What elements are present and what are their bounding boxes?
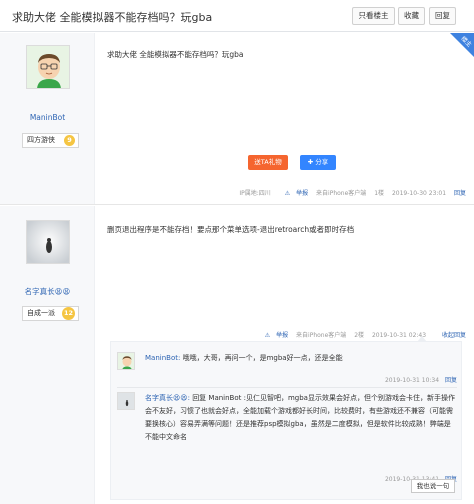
member-tag: 自成一派 12 [22,306,79,321]
author-name[interactable]: ManinBot [0,113,95,122]
ip-location: IP属地:四川 [239,190,271,197]
reply-divider [117,387,457,388]
only-op-button[interactable]: 只看楼主 [352,7,395,25]
reply-time: 2019-10-31 10:34 [384,377,440,384]
thread-header: 求助大佬 全能模拟器不能存档吗？玩gba 只看楼主 收藏 回复 [0,0,474,32]
report-icon: ⚠ [264,332,271,339]
reply-thread-arrow [417,336,427,342]
post-meta: ⚠ 举报 来自iPhone客户端 2楼 2019-10-31 02:43 收起回复 [253,330,466,339]
avatar[interactable] [26,45,70,89]
reply-body: 回复 ManinBot :见仁见智吧，mgba显示效果会好点，但个别游戏会卡住，… [145,394,455,441]
author-name[interactable]: 名字真长😫😫 [0,286,95,297]
level-badge: 12 [62,307,75,320]
list-item: 名字真长😫😫: 回复 ManinBot :见仁见智吧，mgba显示效果会好点，但… [117,392,457,472]
post-floor-1: ManinBot 四方游侠 9 楼主 求助大佬 全能模拟器不能存档吗？玩gba … [0,33,474,205]
post-time: 2019-10-30 23:01 [391,190,447,197]
list-item: ManinBot: 哦哦，大哥，再问一个，是mgba好一点，还是全能 [117,352,457,374]
reply-button[interactable]: 回复 [429,7,456,25]
report-label: 举报 [276,332,289,339]
report-link[interactable]: ⚠ 举报 [279,190,308,197]
reply-text: 名字真长😫😫: 回复 ManinBot :见仁见智吧，mgba显示效果会好点，但… [145,392,455,444]
author-sidebar: 名字真长😫😫 自成一派 12 [0,206,95,504]
post-floor-2: 名字真长😫😫 自成一派 12 删页退出程序是不能存档！要点那个菜单选项-退出re… [0,206,474,504]
say-something-button[interactable]: 我也说一句 [411,479,455,493]
client-source: 来自iPhone客户端 [316,190,367,197]
member-tag-label: 自成一派 [27,309,55,317]
share-button[interactable]: ✚ 分享 [300,155,336,170]
reply-meta: 2019-10-31 10:34 回复 [385,375,457,384]
floor-number: 2楼 [354,332,365,339]
reply-thread: ManinBot: 哦哦，大哥，再问一个，是mgba好一点，还是全能 2019-… [110,336,462,500]
floor-number: 1楼 [374,190,385,197]
reply-text: ManinBot: 哦哦，大哥，再问一个，是mgba好一点，还是全能 [145,352,455,365]
report-icon: ⚠ [284,190,291,197]
collapse-replies-link[interactable]: 收起回复 [442,332,466,339]
report-label: 举报 [296,190,309,197]
member-tag: 四方游侠 9 [22,133,79,148]
op-ribbon: 楼主 [450,33,474,57]
favorite-button[interactable]: 收藏 [398,7,425,25]
author-sidebar: ManinBot 四方游侠 9 [0,33,95,204]
level-badge: 9 [64,135,75,146]
send-gift-button[interactable]: 送TA礼物 [248,155,288,170]
reply-link[interactable]: 回复 [454,190,466,197]
reply-body: 哦哦，大哥，再问一个，是mgba好一点，还是全能 [182,354,343,362]
client-source: 来自iPhone客户端 [296,332,347,339]
reply-author[interactable]: ManinBot: [145,354,180,362]
post-meta: IP属地:四川 ⚠ 举报 来自iPhone客户端 1楼 2019-10-30 23… [233,188,466,197]
thread-title: 求助大佬 全能模拟器不能存档吗？玩gba [12,11,213,24]
post-content: 求助大佬 全能模拟器不能存档吗？玩gba [107,50,244,59]
reply-avatar[interactable] [117,392,135,410]
avatar[interactable] [26,220,70,264]
reply-avatar[interactable] [117,352,135,370]
report-link[interactable]: ⚠ 举报 [259,332,288,339]
reply-link[interactable]: 回复 [445,377,457,384]
post-content: 删页退出程序是不能存档！要点那个菜单选项-退出retroarch或者即时存档 [107,225,355,234]
reply-author[interactable]: 名字真长😫😫: [145,394,190,402]
member-tag-label: 四方游侠 [27,136,55,144]
share-label: 分享 [315,158,329,166]
